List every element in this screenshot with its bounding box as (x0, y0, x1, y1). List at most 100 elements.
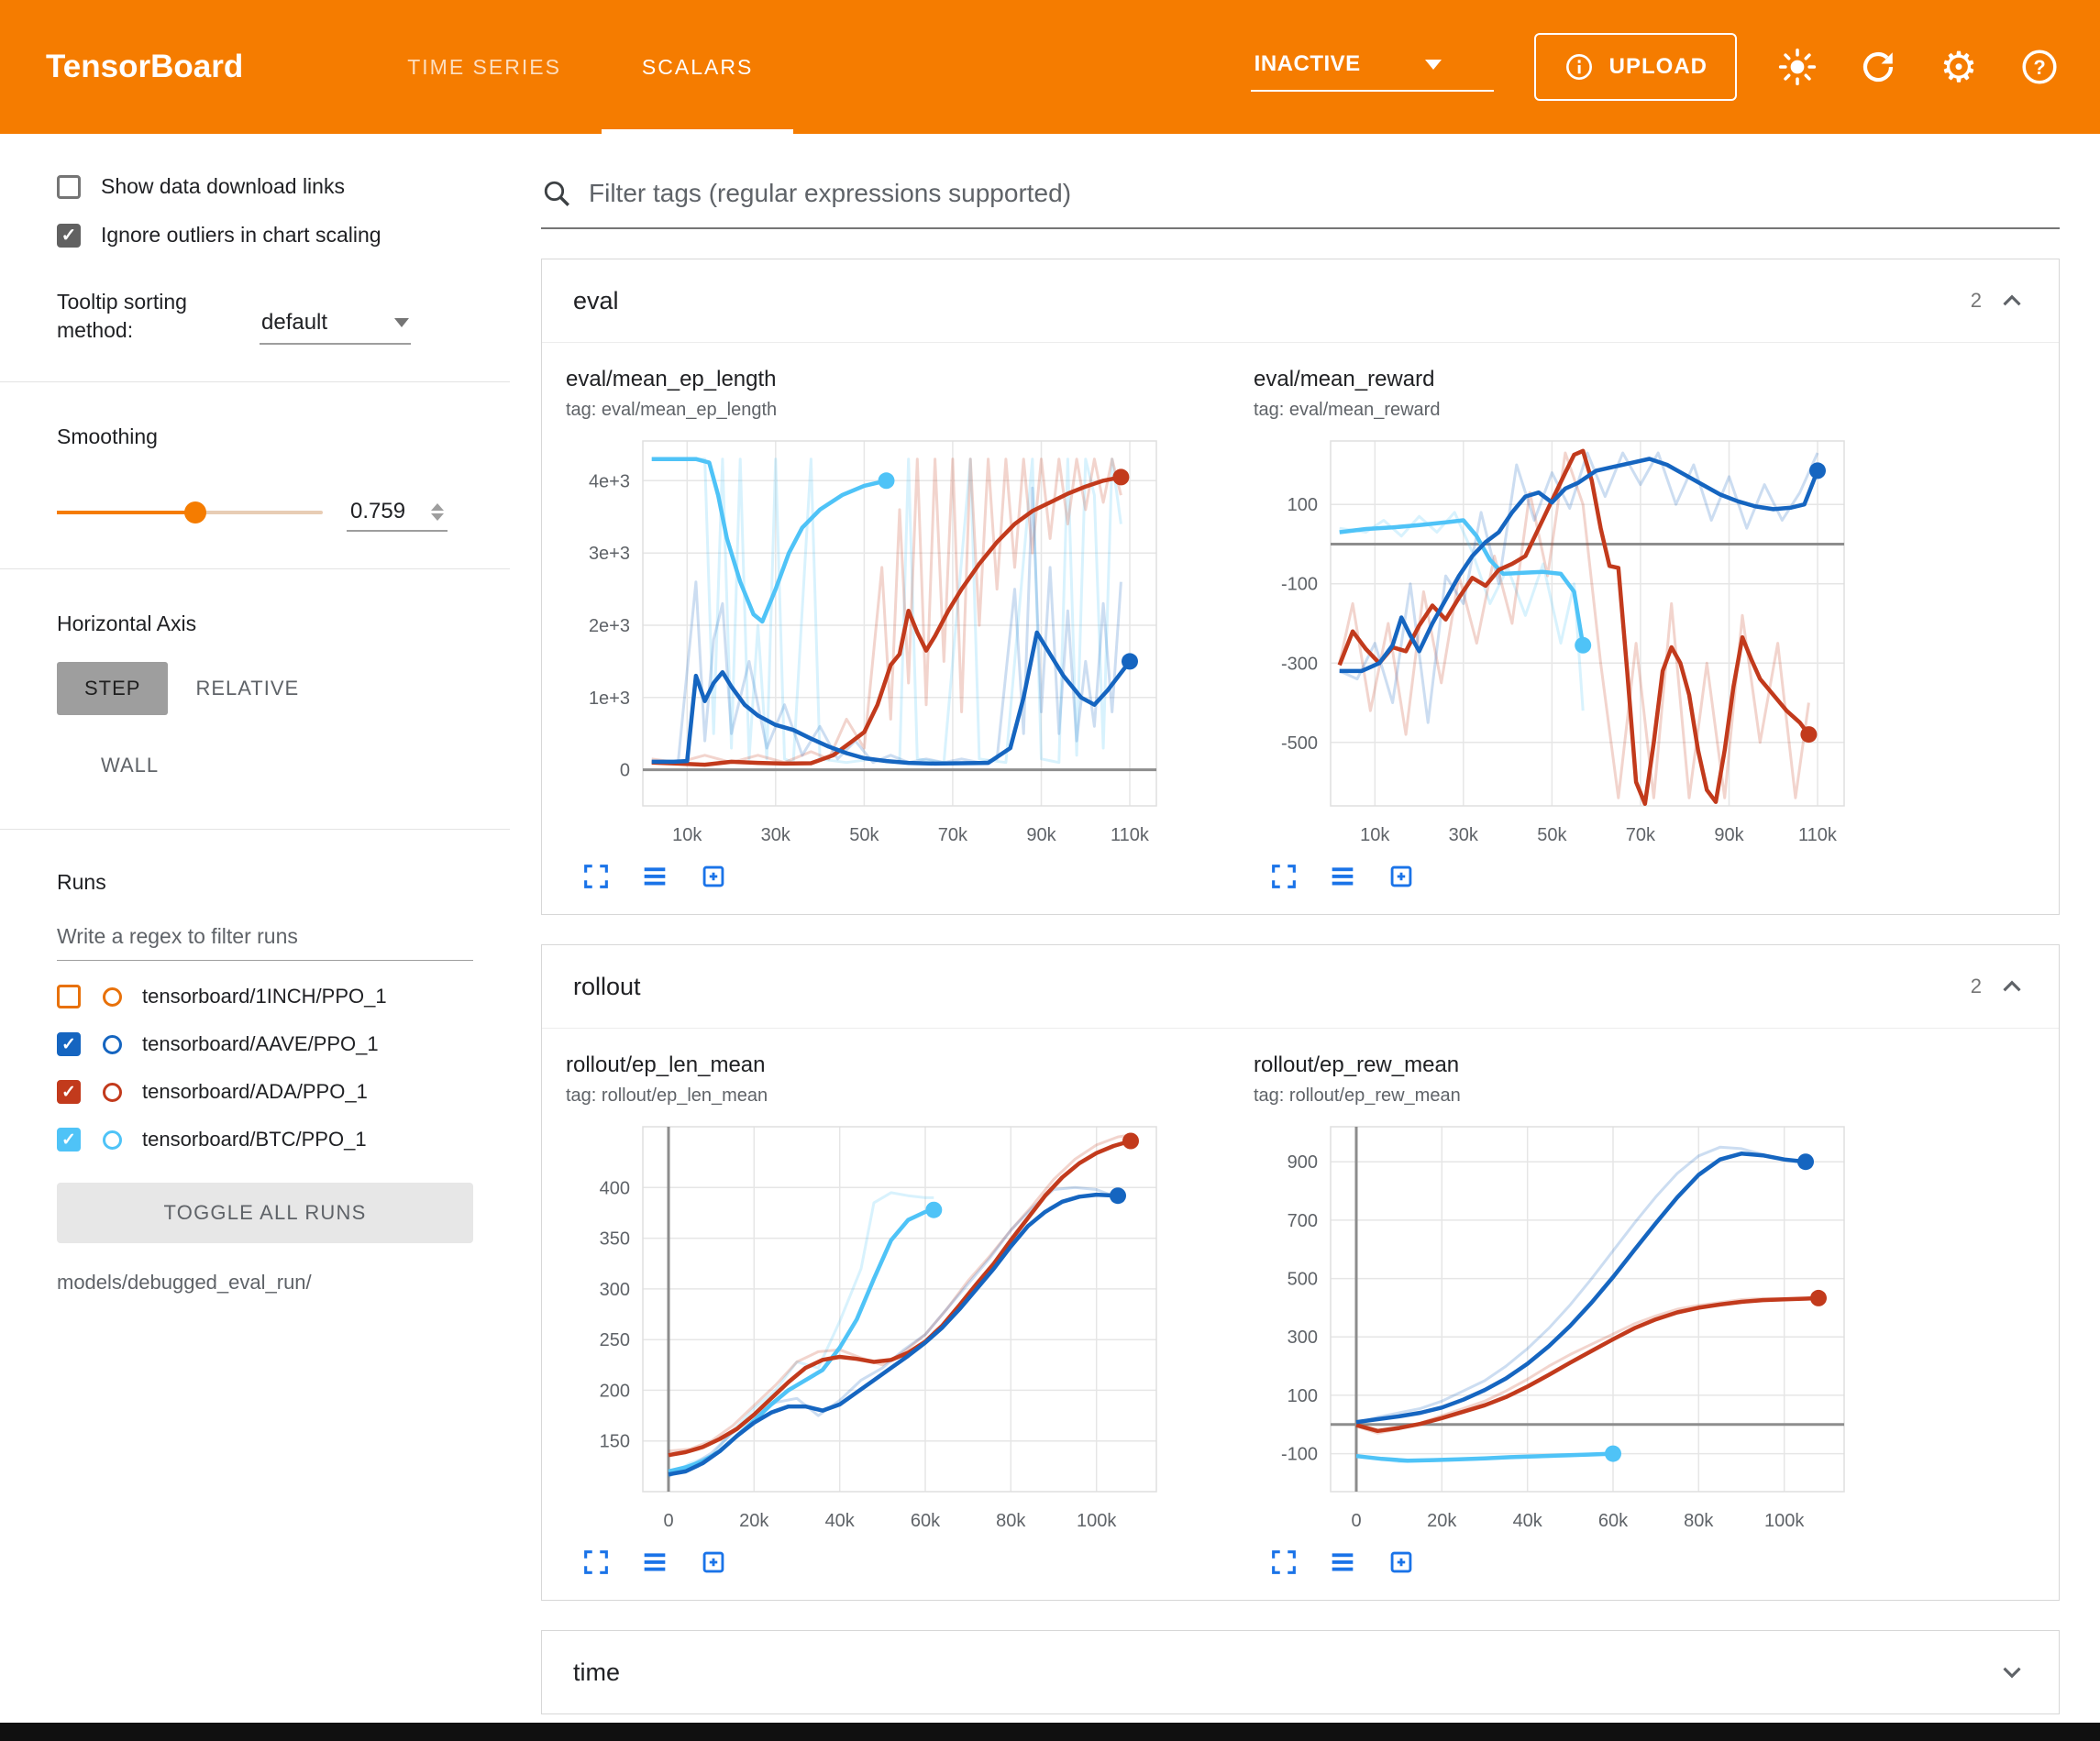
svg-text:150: 150 (600, 1432, 630, 1452)
axis-step-button[interactable]: STEP (57, 662, 168, 715)
run-checkbox[interactable] (57, 1080, 81, 1104)
tab-time-series[interactable]: TIME SERIES (367, 0, 602, 134)
settings-sidebar: Show data download links Ignore outliers… (0, 134, 510, 1723)
chart-tag: tag: rollout/ep_len_mean (566, 1085, 1208, 1107)
runs-subdirectory: models/debugged_eval_run/ (57, 1271, 473, 1295)
line-chart-ep-len-mean[interactable]: 020k40k60k80k100k150200250300350400 (566, 1112, 1171, 1543)
data-table-icon[interactable] (639, 1547, 670, 1578)
line-chart-mean-reward[interactable]: 10k30k50k70k90k110k100-100-300-500 (1254, 426, 1859, 857)
header-actions: INACTIVE UPLOAD (1251, 0, 2060, 134)
data-table-icon[interactable] (1327, 861, 1358, 892)
divider (0, 568, 510, 569)
svg-text:100: 100 (1288, 1386, 1318, 1406)
svg-text:20k: 20k (739, 1511, 769, 1531)
run-row-ada[interactable]: tensorboard/ADA/PPO_1 (57, 1080, 473, 1104)
svg-text:50k: 50k (849, 825, 879, 845)
stepper-down-icon[interactable] (431, 513, 444, 521)
smoothing-slider-fill (57, 511, 195, 514)
section-title: time (573, 1658, 620, 1687)
runs-filter-input[interactable] (57, 911, 473, 961)
run-color-swatch (103, 987, 122, 1007)
axis-relative-button[interactable]: RELATIVE (168, 662, 326, 715)
tooltip-sorting-select[interactable]: default (260, 303, 411, 345)
show-download-links-checkbox[interactable] (57, 175, 81, 199)
expand-chart-icon[interactable] (1268, 861, 1299, 892)
axis-wall-button[interactable]: WALL (73, 739, 186, 792)
svg-text:100k: 100k (1764, 1511, 1805, 1531)
data-table-icon[interactable] (639, 861, 670, 892)
filter-tags-input[interactable] (589, 179, 2060, 208)
chevron-up-icon[interactable] (1996, 285, 2028, 316)
tab-scalars[interactable]: SCALARS (602, 0, 793, 134)
run-row-btc[interactable]: tensorboard/BTC/PPO_1 (57, 1128, 473, 1151)
svg-text:350: 350 (600, 1229, 630, 1250)
svg-text:0: 0 (663, 1511, 673, 1531)
refresh-icon[interactable] (1858, 47, 1898, 87)
runs-label: Runs (57, 870, 473, 895)
run-checkbox[interactable] (57, 985, 81, 1008)
show-download-links-row[interactable]: Show data download links (57, 174, 473, 199)
section-eval: eval 2 eval/mean_ep_length tag: eval/mea… (541, 259, 2060, 915)
status-dropdown[interactable]: INACTIVE (1251, 42, 1494, 92)
smoothing-slider-knob[interactable] (184, 501, 206, 523)
fit-to-data-icon[interactable] (698, 1547, 729, 1578)
run-checkbox[interactable] (57, 1032, 81, 1056)
run-row-1inch[interactable]: tensorboard/1INCH/PPO_1 (57, 985, 473, 1008)
smoothing-label: Smoothing (57, 424, 473, 449)
run-color-swatch (103, 1035, 122, 1054)
window-bottom-edge (0, 1723, 2100, 1741)
smoothing-slider[interactable] (57, 511, 323, 514)
svg-text:500: 500 (1288, 1270, 1318, 1290)
svg-text:-500: -500 (1281, 733, 1318, 754)
section-eval-header[interactable]: eval 2 (542, 259, 2059, 342)
status-label: INACTIVE (1254, 51, 1361, 77)
svg-text:900: 900 (1288, 1152, 1318, 1173)
svg-text:100: 100 (1288, 495, 1318, 515)
data-table-icon[interactable] (1327, 1547, 1358, 1578)
svg-text:70k: 70k (938, 825, 968, 845)
fit-to-data-icon[interactable] (1386, 861, 1417, 892)
expand-chart-icon[interactable] (580, 1547, 612, 1578)
section-rollout-header[interactable]: rollout 2 (542, 945, 2059, 1028)
svg-text:3e+3: 3e+3 (589, 544, 630, 564)
fit-to-data-icon[interactable] (698, 861, 729, 892)
fit-to-data-icon[interactable] (1386, 1547, 1417, 1578)
svg-text:700: 700 (1288, 1211, 1318, 1231)
svg-text:60k: 60k (1598, 1511, 1629, 1531)
run-row-aave[interactable]: tensorboard/AAVE/PPO_1 (57, 1032, 473, 1056)
section-rollout: rollout 2 rollout/ep_len_mean tag: rollo… (541, 944, 2060, 1601)
chart-tag: tag: eval/mean_ep_length (566, 400, 1208, 421)
expand-chart-icon[interactable] (1268, 1547, 1299, 1578)
svg-text:1e+3: 1e+3 (589, 689, 630, 709)
upload-button[interactable]: UPLOAD (1534, 33, 1737, 101)
ignore-outliers-checkbox[interactable] (57, 224, 81, 248)
ignore-outliers-row[interactable]: Ignore outliers in chart scaling (57, 223, 473, 248)
smoothing-value-field[interactable]: 0.759 (347, 493, 448, 532)
line-chart-ep-rew-mean[interactable]: 020k40k60k80k100k-100100300500700900 (1254, 1112, 1859, 1543)
section-time-header[interactable]: time (542, 1631, 2059, 1713)
run-checkbox[interactable] (57, 1128, 81, 1151)
svg-text:40k: 40k (1513, 1511, 1543, 1531)
svg-text:70k: 70k (1626, 825, 1656, 845)
divider (0, 829, 510, 830)
horizontal-axis-label: Horizontal Axis (57, 612, 473, 636)
divider (0, 381, 510, 382)
stepper-up-icon[interactable] (431, 503, 444, 511)
line-chart-mean-ep-length[interactable]: 10k30k50k70k90k110k01e+32e+33e+34e+3 (566, 426, 1171, 857)
toggle-all-runs-button[interactable]: TOGGLE ALL RUNS (57, 1183, 473, 1243)
chevron-up-icon[interactable] (1996, 971, 2028, 1002)
brightness-icon[interactable] (1777, 47, 1818, 87)
tooltip-sorting-label: Tooltip sorting method: (57, 288, 227, 345)
help-icon[interactable]: ? (2019, 47, 2060, 87)
svg-text:-300: -300 (1281, 654, 1318, 674)
settings-icon[interactable]: ⚙ (1939, 47, 1979, 87)
expand-chart-icon[interactable] (580, 861, 612, 892)
run-list: tensorboard/1INCH/PPO_1 tensorboard/AAVE… (57, 985, 473, 1151)
tab-bar: TIME SERIES SCALARS (367, 0, 793, 134)
smoothing-stepper[interactable] (431, 503, 444, 521)
chevron-down-icon[interactable] (1996, 1657, 2028, 1688)
svg-text:-100: -100 (1281, 1445, 1318, 1465)
svg-text:0: 0 (1351, 1511, 1361, 1531)
svg-text:20k: 20k (1427, 1511, 1457, 1531)
chart-tag: tag: rollout/ep_rew_mean (1254, 1085, 1896, 1107)
